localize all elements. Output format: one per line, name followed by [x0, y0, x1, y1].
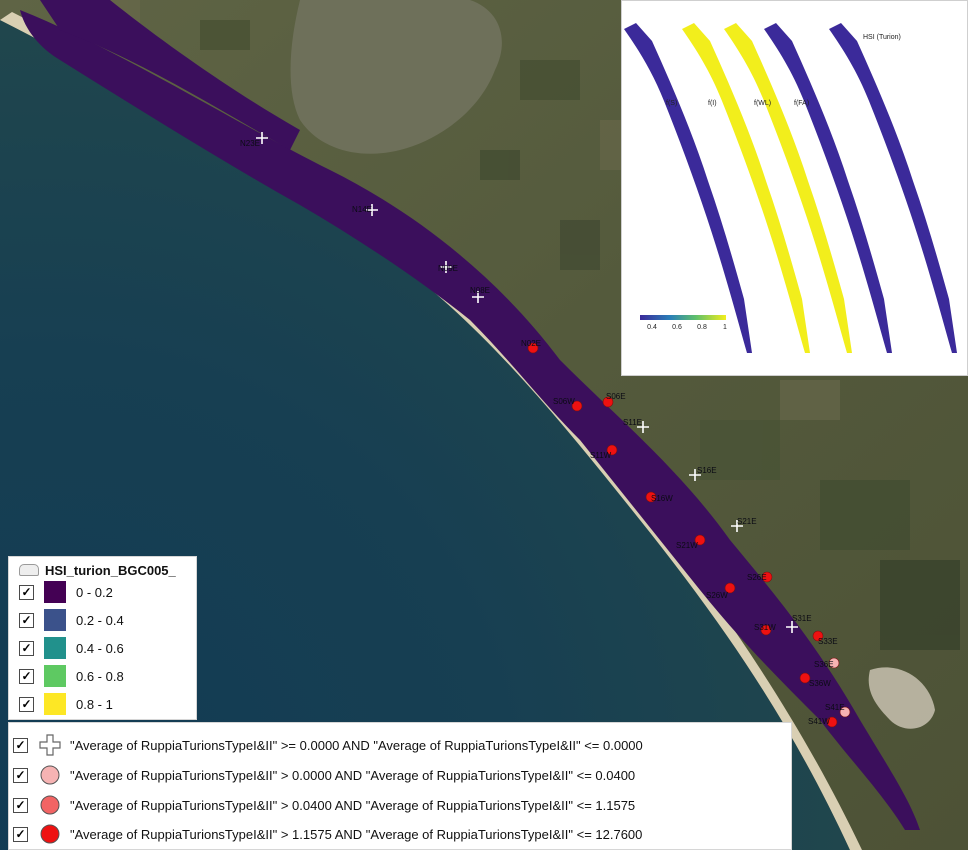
layer-group-icon [19, 564, 39, 576]
points-legend-label: "Average of RuppiaTurionsTypeI&II" > 1.1… [70, 826, 643, 842]
site-label: S31E [792, 614, 812, 623]
site-label: S36E [814, 660, 834, 669]
checkbox-icon[interactable]: ✓ [19, 612, 34, 628]
hsi-legend-item[interactable]: ✓ 0.8 - 1 [19, 693, 113, 715]
cross-icon [38, 733, 62, 757]
site-label: N09E [438, 264, 458, 273]
hsi-legend: HSI_turion_BGC005_ ✓ 0 - 0.2 ✓ 0.2 - 0.4… [8, 556, 197, 720]
site-label: N02E [521, 339, 541, 348]
site-label: S06W [553, 397, 575, 406]
hsi-legend-item[interactable]: ✓ 0.4 - 0.6 [19, 637, 124, 659]
swatch-0.6-0.8 [44, 665, 66, 687]
inset-panel-label: f(S) [666, 100, 677, 107]
site-marker[interactable]: S26E [747, 571, 773, 583]
hsi-legend-label: 0.8 - 1 [76, 696, 113, 712]
circle-mid-icon [38, 793, 62, 817]
site-marker[interactable]: S41W [808, 716, 838, 728]
checkbox-icon[interactable]: ✓ [13, 826, 28, 842]
inset-figure: f(S) f(I) f(WL) f(FA) HSI (Turion) 0.4 0.6 0.8… [624, 23, 957, 353]
inset-panel-label: HSI (Turion) [863, 34, 901, 41]
checkbox-icon[interactable]: ✓ [19, 668, 34, 684]
hsi-legend-header[interactable]: HSI_turion_BGC005_ [19, 560, 176, 580]
checkbox-icon[interactable]: ✓ [13, 797, 28, 813]
hsi-legend-title: HSI_turion_BGC005_ [45, 562, 176, 578]
site-label: N14E [352, 205, 372, 214]
colorbar [640, 315, 726, 320]
circle-pale-icon [38, 763, 62, 787]
site-label: S26E [747, 573, 767, 582]
site-label: S11W [590, 451, 612, 460]
site-label: S41W [808, 717, 830, 726]
hsi-legend-label: 0.4 - 0.6 [76, 640, 124, 656]
checkbox-icon[interactable]: ✓ [19, 696, 34, 712]
inset-panel-label: f(WL) [754, 100, 771, 107]
site-marker[interactable]: S16W [645, 491, 673, 503]
colorbar-tick-label: 0.4 [647, 324, 657, 331]
site-label: S21E [737, 517, 757, 526]
checkbox-icon[interactable]: ✓ [13, 737, 28, 753]
colorbar-tick-label: 0.6 [672, 324, 682, 331]
site-label: N08E [470, 286, 490, 295]
inset-lagoon-strip [624, 23, 752, 353]
hsi-legend-label: 0.2 - 0.4 [76, 612, 124, 628]
inset-panel: f(S) f(I) f(WL) f(FA) HSI (Turion) 0.4 0.6 0.8… [621, 0, 968, 376]
site-label: N23E [240, 139, 260, 148]
site-label: S21W [676, 541, 698, 550]
checkbox-icon[interactable]: ✓ [19, 640, 34, 656]
hsi-legend-label: 0.6 - 0.8 [76, 668, 124, 684]
site-label: S11E [623, 418, 642, 427]
site-label: S33E [818, 637, 838, 646]
hsi-legend-item[interactable]: ✓ 0.2 - 0.4 [19, 609, 124, 631]
points-legend-item[interactable]: ✓ "Average of RuppiaTurionsTypeI&II" >= … [13, 731, 643, 759]
inset-panel-label: f(FA) [794, 100, 809, 107]
colorbar-tick-label: 0.8 [697, 324, 707, 331]
checkbox-icon[interactable]: ✓ [13, 767, 28, 783]
checkbox-icon[interactable]: ✓ [19, 584, 34, 600]
site-marker[interactable]: S36E [814, 657, 840, 669]
swatch-0-0.2 [44, 581, 66, 603]
turion-points-legend: ✓ "Average of RuppiaTurionsTypeI&II" >= … [8, 722, 792, 850]
swatch-0.8-1 [44, 693, 66, 715]
site-label: S16W [651, 494, 673, 503]
hsi-legend-item[interactable]: ✓ 0.6 - 0.8 [19, 665, 124, 687]
points-legend-label: "Average of RuppiaTurionsTypeI&II" > 0.0… [70, 797, 636, 813]
inset-strips [624, 23, 957, 353]
points-legend-label: "Average of RuppiaTurionsTypeI&II" >= 0.… [70, 737, 643, 753]
points-legend-item[interactable]: ✓ "Average of RuppiaTurionsTypeI&II" > 1… [13, 820, 642, 848]
hsi-legend-item[interactable]: ✓ 0 - 0.2 [19, 581, 113, 603]
site-label: S06E [606, 392, 626, 401]
inset-lagoon-strip [764, 23, 892, 353]
site-label: S41E [825, 703, 845, 712]
points-legend-item[interactable]: ✓ "Average of RuppiaTurionsTypeI&II" > 0… [13, 761, 635, 789]
site-label: S31W [754, 623, 776, 632]
circle-red-icon [38, 822, 62, 846]
points-legend-label: "Average of RuppiaTurionsTypeI&II" > 0.0… [70, 767, 636, 783]
colorbar-tick-label: 1 [723, 324, 727, 331]
hsi-legend-label: 0 - 0.2 [76, 584, 113, 600]
swatch-0.4-0.6 [44, 637, 66, 659]
points-legend-item[interactable]: ✓ "Average of RuppiaTurionsTypeI&II" > 0… [13, 791, 635, 819]
swatch-0.2-0.4 [44, 609, 66, 631]
colorbar-ticks: 0.4 0.6 0.8 1 [647, 324, 727, 331]
site-label: S36W [809, 679, 831, 688]
inset-panel-label: f(I) [708, 100, 717, 107]
site-label: S16E [697, 466, 717, 475]
site-label: S26W [706, 591, 728, 600]
